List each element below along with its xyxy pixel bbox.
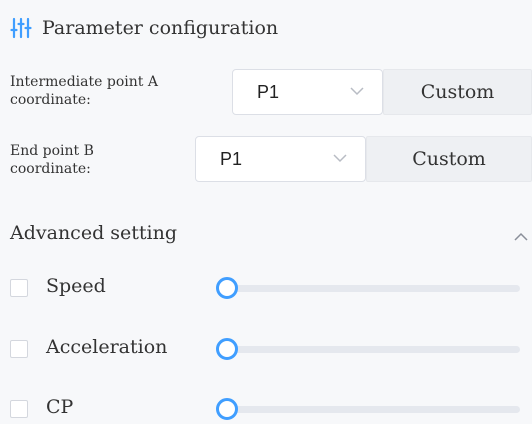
speed-label: Speed	[46, 275, 106, 297]
advanced-setting-title: Advanced setting	[10, 222, 178, 244]
section-header: Parameter configuration	[10, 14, 278, 42]
sliders-icon	[10, 17, 32, 39]
cp-slider[interactable]	[228, 406, 520, 413]
point-a-select[interactable]: P1	[232, 69, 383, 115]
point-b-selected-value: P1	[220, 148, 243, 169]
point-b-select[interactable]: P1	[195, 136, 366, 182]
chevron-down-icon	[333, 154, 347, 163]
chevron-down-icon	[350, 87, 364, 96]
point-a-label-line1: Intermediate point A	[10, 74, 158, 90]
param-row-speed: Speed	[0, 273, 532, 303]
chevron-up-icon[interactable]	[514, 232, 528, 242]
param-row-cp: CP	[0, 394, 532, 424]
speed-checkbox[interactable]	[10, 279, 28, 297]
point-a-custom-button[interactable]: Custom	[383, 69, 532, 115]
cp-slider-thumb[interactable]	[216, 398, 238, 420]
acceleration-checkbox[interactable]	[10, 340, 28, 358]
acceleration-slider[interactable]	[228, 346, 520, 353]
param-row-acceleration: Acceleration	[0, 334, 532, 364]
point-a-custom-label: Custom	[420, 81, 495, 103]
acceleration-slider-thumb[interactable]	[216, 338, 238, 360]
cp-checkbox[interactable]	[10, 400, 28, 418]
speed-slider-thumb[interactable]	[216, 277, 238, 299]
point-a-selected-value: P1	[257, 81, 280, 102]
speed-slider[interactable]	[228, 285, 520, 292]
cp-label: CP	[46, 396, 74, 418]
page-title: Parameter configuration	[42, 17, 279, 39]
point-b-custom-button[interactable]: Custom	[366, 136, 532, 182]
point-b-custom-label: Custom	[412, 148, 486, 170]
acceleration-label: Acceleration	[46, 336, 168, 358]
point-a-label-line2: coordinate:	[10, 92, 91, 108]
point-b-label-line1: End point B	[10, 143, 94, 159]
point-b-label-line2: coordinate:	[10, 161, 91, 177]
